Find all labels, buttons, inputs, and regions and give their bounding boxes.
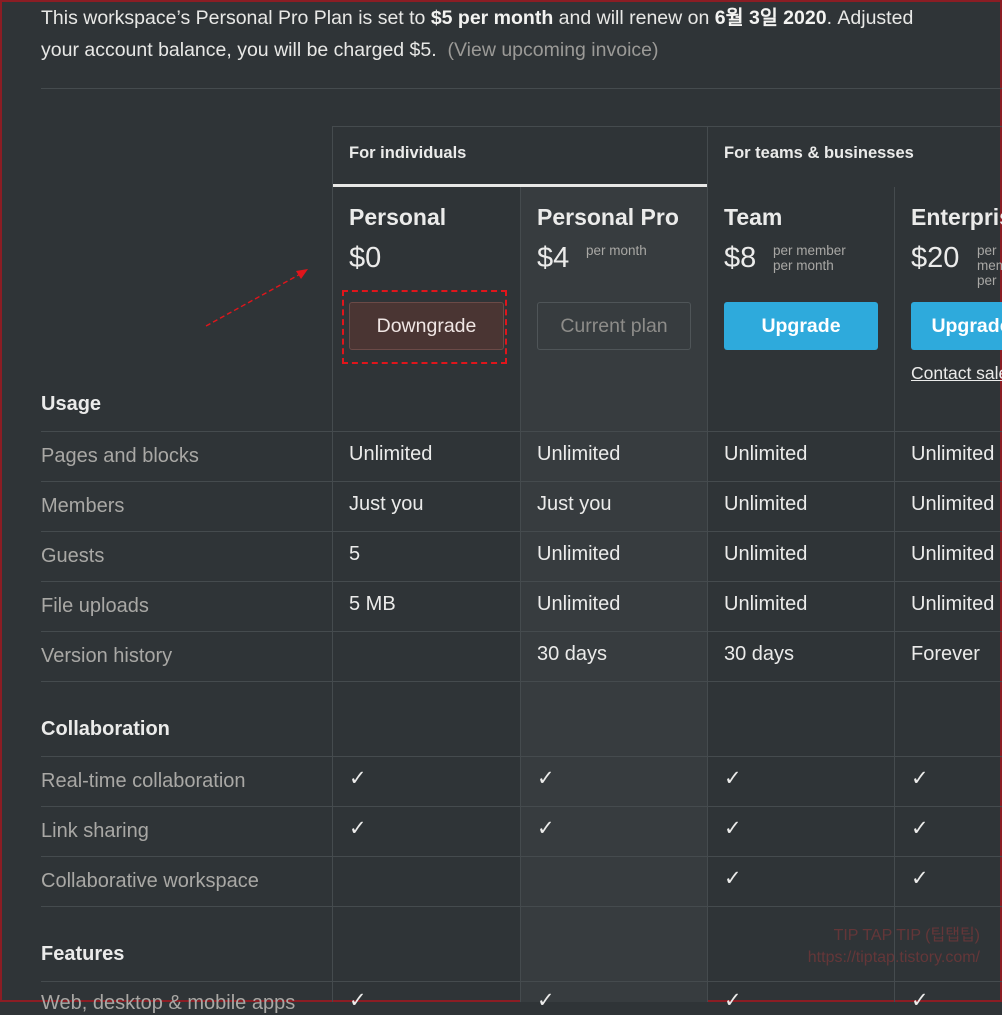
group-label-individuals: For individuals <box>349 144 467 162</box>
section-heading-usage: Usage <box>41 393 102 415</box>
cell-value: Unlimited <box>349 443 433 465</box>
summary-text: This workspace’s Personal Pro Plan is se… <box>41 7 431 29</box>
row-divider <box>41 681 1002 682</box>
cell-value: Unlimited <box>724 493 808 515</box>
cell-value: Unlimited <box>911 493 995 515</box>
check-icon: ✓ <box>349 989 367 1012</box>
cell-value: 5 MB <box>349 593 396 615</box>
cell-value: 30 days <box>724 643 795 665</box>
upgrade-team-button[interactable]: Upgrade <box>724 302 878 350</box>
cell-value: Unlimited <box>537 443 621 465</box>
check-icon: ✓ <box>911 817 929 840</box>
watermark: TIP TAP TIP (팁탭팁) https://tiptap.tistory… <box>808 925 980 969</box>
annotation-highlight-box <box>342 290 507 364</box>
plan-name-personal: Personal <box>349 204 447 230</box>
cell-value: Unlimited <box>724 543 808 565</box>
plan-price-personal-pro: $4 <box>537 242 570 274</box>
row-divider <box>41 806 1002 807</box>
row-divider <box>41 981 1002 982</box>
row-label-file-uploads: File uploads <box>41 595 149 617</box>
plan-name-personal-pro: Personal Pro <box>537 204 679 230</box>
cell-value: Forever <box>911 643 980 665</box>
plan-name-enterprise: Enterprise <box>911 204 1002 230</box>
cell-value: Unlimited <box>724 593 808 615</box>
cell-value: Unlimited <box>537 543 621 565</box>
column-divider <box>520 187 521 1002</box>
cell-value: Unlimited <box>911 543 995 565</box>
row-label-realtime-collaboration: Real-time collaboration <box>41 770 246 792</box>
row-label-collaborative-workspace: Collaborative workspace <box>41 870 259 892</box>
row-divider <box>41 431 1002 432</box>
section-heading-collaboration: Collaboration <box>41 718 170 740</box>
row-divider <box>41 581 1002 582</box>
plan-unit-team-line2: per month <box>773 258 834 273</box>
cell-value: Unlimited <box>724 443 808 465</box>
upgrade-enterprise-button[interactable]: Upgrade <box>911 302 1002 350</box>
group-active-underline <box>333 184 707 187</box>
plan-price-enterprise: $20 <box>911 242 960 274</box>
cell-value: Unlimited <box>537 593 621 615</box>
check-icon: ✓ <box>537 817 555 840</box>
row-label-pages-blocks: Pages and blocks <box>41 445 199 467</box>
plan-price-personal: $0 <box>349 242 382 274</box>
current-plan-button[interactable]: Current plan <box>537 302 691 350</box>
row-label-link-sharing: Link sharing <box>41 820 149 842</box>
row-divider <box>41 631 1002 632</box>
watermark-line: https://tiptap.tistory.com/ <box>807 949 980 966</box>
row-divider <box>41 756 1002 757</box>
check-icon: ✓ <box>911 867 929 890</box>
watermark-line: TIP TAP TIP (팁탭팁) <box>833 927 980 944</box>
summary-text: . Adjusted <box>826 7 914 29</box>
contact-sales-link[interactable]: Contact sales <box>911 363 1002 384</box>
row-label-web-desktop-mobile: Web, desktop & mobile apps <box>41 992 296 1014</box>
check-icon: ✓ <box>724 989 742 1012</box>
check-icon: ✓ <box>724 817 742 840</box>
view-invoice-link[interactable]: (View upcoming invoice) <box>448 39 659 61</box>
plan-summary-line-2: your account balance, you will be charge… <box>41 34 1002 66</box>
check-icon: ✓ <box>537 767 555 790</box>
cell-value: 5 <box>349 543 361 565</box>
plan-unit-enterprise-line1: per <box>977 243 997 258</box>
cell-value: Just you <box>349 493 424 515</box>
group-header-top-border <box>333 126 1002 127</box>
cell-value: Unlimited <box>911 443 995 465</box>
plan-summary: This workspace’s Personal Pro Plan is se… <box>41 2 1002 66</box>
summary-price: $5 per month <box>430 7 554 29</box>
check-icon: ✓ <box>349 767 367 790</box>
cell-value: 30 days <box>537 643 608 665</box>
row-divider <box>41 856 1002 857</box>
row-divider <box>41 906 1002 907</box>
section-heading-features: Features <box>41 943 125 965</box>
row-label-members: Members <box>41 495 125 517</box>
summary-renew-date: 6월 3일 2020 <box>714 7 827 29</box>
plan-unit-team-line1: per member <box>773 243 846 258</box>
check-icon: ✓ <box>724 867 742 890</box>
plan-unit-enterprise-line3: per <box>977 273 997 288</box>
plan-summary-line-1: This workspace’s Personal Pro Plan is se… <box>41 2 1002 34</box>
column-divider <box>894 187 895 1002</box>
check-icon: ✓ <box>724 767 742 790</box>
cell-value: Unlimited <box>911 593 995 615</box>
divider <box>41 88 1002 89</box>
row-divider <box>41 531 1002 532</box>
group-label-teams: For teams & businesses <box>724 144 914 162</box>
column-divider <box>707 126 708 1002</box>
check-icon: ✓ <box>537 989 555 1012</box>
plan-unit-personal-pro: per month <box>586 243 647 258</box>
plan-price-team: $8 <box>724 242 757 274</box>
plan-name-team: Team <box>724 204 783 230</box>
plan-unit-enterprise-line2: mem <box>977 258 1002 273</box>
check-icon: ✓ <box>349 817 367 840</box>
row-label-guests: Guests <box>41 545 105 567</box>
summary-text: your account balance, you will be charge… <box>41 39 437 61</box>
column-divider <box>332 126 333 1002</box>
check-icon: ✓ <box>911 767 929 790</box>
row-divider <box>41 481 1002 482</box>
annotation-arrow-icon <box>205 269 308 327</box>
check-icon: ✓ <box>911 989 929 1012</box>
row-label-version-history: Version history <box>41 645 173 667</box>
cell-value: Just you <box>537 493 612 515</box>
summary-text: and will renew on <box>553 7 715 29</box>
